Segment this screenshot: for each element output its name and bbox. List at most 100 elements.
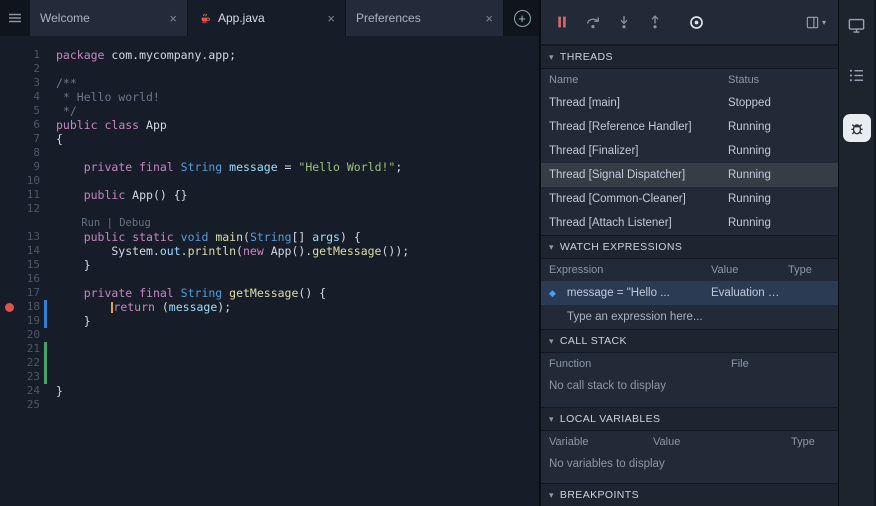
monitor-view-button[interactable] <box>846 14 868 36</box>
tab-welcome[interactable]: Welcome× <box>30 0 188 36</box>
thread-row[interactable]: Thread [Common-Cleaner]Running <box>541 187 838 211</box>
code-line[interactable]: 21 <box>0 342 539 356</box>
line-number[interactable]: 6 <box>18 118 40 132</box>
breakpoint-dot[interactable] <box>5 303 14 312</box>
breakpoint-gutter[interactable] <box>0 244 18 258</box>
breakpoint-gutter[interactable] <box>0 384 18 398</box>
line-number[interactable]: 5 <box>18 104 40 118</box>
tab-preferences[interactable]: Preferences× <box>346 0 504 36</box>
thread-row[interactable]: Thread [Attach Listener]Running <box>541 211 838 235</box>
code-line[interactable]: 22 <box>0 356 539 370</box>
line-number[interactable]: 7 <box>18 132 40 146</box>
thread-row[interactable]: Thread [main]Stopped <box>541 91 838 115</box>
code-line[interactable]: 25 <box>0 398 539 412</box>
code-line[interactable]: 13 public static void main(String[] args… <box>0 230 539 244</box>
line-number[interactable]: 12 <box>18 202 40 216</box>
code-line[interactable]: 15 } <box>0 258 539 272</box>
thread-row[interactable]: Thread [Signal Dispatcher]Running <box>541 163 838 187</box>
breakpoint-gutter[interactable] <box>0 62 18 76</box>
close-icon[interactable]: × <box>169 12 177 25</box>
breakpoint-gutter[interactable] <box>0 174 18 188</box>
breakpoint-gutter[interactable] <box>0 202 18 216</box>
line-number[interactable]: 4 <box>18 90 40 104</box>
editor-layout-button[interactable]: ▾ <box>805 15 826 30</box>
line-number[interactable]: 24 <box>18 384 40 398</box>
breakpoints-section-header[interactable]: ▾ BREAKPOINTS <box>541 483 838 506</box>
step-over-button[interactable] <box>584 13 602 31</box>
line-number[interactable]: 25 <box>18 398 40 412</box>
thread-row[interactable]: Thread [Finalizer]Running <box>541 139 838 163</box>
breakpoint-gutter[interactable] <box>0 300 18 314</box>
debug-view-button[interactable] <box>843 114 871 142</box>
breakpoint-gutter[interactable] <box>0 188 18 202</box>
code-line[interactable]: 11 public App() {} <box>0 188 539 202</box>
code-line[interactable]: 14 System.out.println(new App().getMessa… <box>0 244 539 258</box>
line-number[interactable]: 23 <box>18 370 40 384</box>
breakpoint-gutter[interactable] <box>0 356 18 370</box>
breakpoint-gutter[interactable] <box>0 314 18 328</box>
line-number[interactable]: 20 <box>18 328 40 342</box>
breakpoint-gutter[interactable] <box>0 216 18 230</box>
stop-button[interactable] <box>687 13 705 31</box>
line-number[interactable]: 3 <box>18 76 40 90</box>
line-number[interactable]: 13 <box>18 230 40 244</box>
breakpoint-gutter[interactable] <box>0 146 18 160</box>
line-number[interactable]: 21 <box>18 342 40 356</box>
code-line[interactable]: 4 * Hello world! <box>0 90 539 104</box>
call-stack-section-header[interactable]: ▾ CALL STACK <box>541 329 838 353</box>
code-line[interactable]: 7{ <box>0 132 539 146</box>
watch-expression-input[interactable]: Type an expression here... <box>541 305 838 329</box>
breakpoint-gutter[interactable] <box>0 272 18 286</box>
close-icon[interactable]: × <box>485 12 493 25</box>
code-line[interactable]: 3/** <box>0 76 539 90</box>
codelens-text[interactable]: Run | Debug <box>50 216 539 230</box>
line-number[interactable] <box>18 216 40 230</box>
breakpoint-gutter[interactable] <box>0 258 18 272</box>
line-number[interactable]: 18 <box>18 300 40 314</box>
new-tab-button[interactable]: + <box>504 0 540 36</box>
thread-row[interactable]: Thread [Reference Handler]Running <box>541 115 838 139</box>
code-line[interactable]: 17 private final String getMessage() { <box>0 286 539 300</box>
close-icon[interactable]: × <box>327 12 335 25</box>
code-line[interactable]: 10 <box>0 174 539 188</box>
line-number[interactable]: 22 <box>18 356 40 370</box>
code-line[interactable]: 2 <box>0 62 539 76</box>
line-number[interactable]: 16 <box>18 272 40 286</box>
code-line[interactable]: 19 } <box>0 314 539 328</box>
code-line[interactable]: 1package com.mycompany.app; <box>0 48 539 62</box>
breakpoint-gutter[interactable] <box>0 328 18 342</box>
breakpoint-gutter[interactable] <box>0 370 18 384</box>
breakpoint-gutter[interactable] <box>0 398 18 412</box>
codelens-line[interactable]: Run | Debug <box>0 216 539 230</box>
menu-button[interactable] <box>0 0 30 36</box>
watch-expression-row[interactable]: ◆ message = "Hello ... Evaluation failed… <box>541 281 838 305</box>
line-number[interactable]: 10 <box>18 174 40 188</box>
breakpoint-gutter[interactable] <box>0 160 18 174</box>
code-line[interactable]: 20 <box>0 328 539 342</box>
breakpoint-gutter[interactable] <box>0 230 18 244</box>
line-number[interactable]: 8 <box>18 146 40 160</box>
code-line[interactable]: 12 <box>0 202 539 216</box>
tab-app-java[interactable]: App.java× <box>188 0 346 36</box>
line-number[interactable]: 11 <box>18 188 40 202</box>
code-line[interactable]: 24} <box>0 384 539 398</box>
line-number[interactable]: 19 <box>18 314 40 328</box>
breakpoint-gutter[interactable] <box>0 90 18 104</box>
breakpoint-gutter[interactable] <box>0 48 18 62</box>
code-line[interactable]: 6public class App <box>0 118 539 132</box>
line-number[interactable]: 1 <box>18 48 40 62</box>
local-variables-section-header[interactable]: ▾ LOCAL VARIABLES <box>541 407 838 431</box>
code-line[interactable]: 9 private final String message = "Hello … <box>0 160 539 174</box>
breakpoint-gutter[interactable] <box>0 104 18 118</box>
line-number[interactable]: 2 <box>18 62 40 76</box>
breakpoint-gutter[interactable] <box>0 132 18 146</box>
code-editor[interactable]: 1package com.mycompany.app;23/**4 * Hell… <box>0 36 539 506</box>
code-line[interactable]: 23 <box>0 370 539 384</box>
step-out-button[interactable] <box>646 13 664 31</box>
pause-button[interactable] <box>553 13 571 31</box>
line-number[interactable]: 14 <box>18 244 40 258</box>
code-line[interactable]: 16 <box>0 272 539 286</box>
outline-view-button[interactable] <box>846 64 868 86</box>
step-into-button[interactable] <box>615 13 633 31</box>
breakpoint-gutter[interactable] <box>0 286 18 300</box>
